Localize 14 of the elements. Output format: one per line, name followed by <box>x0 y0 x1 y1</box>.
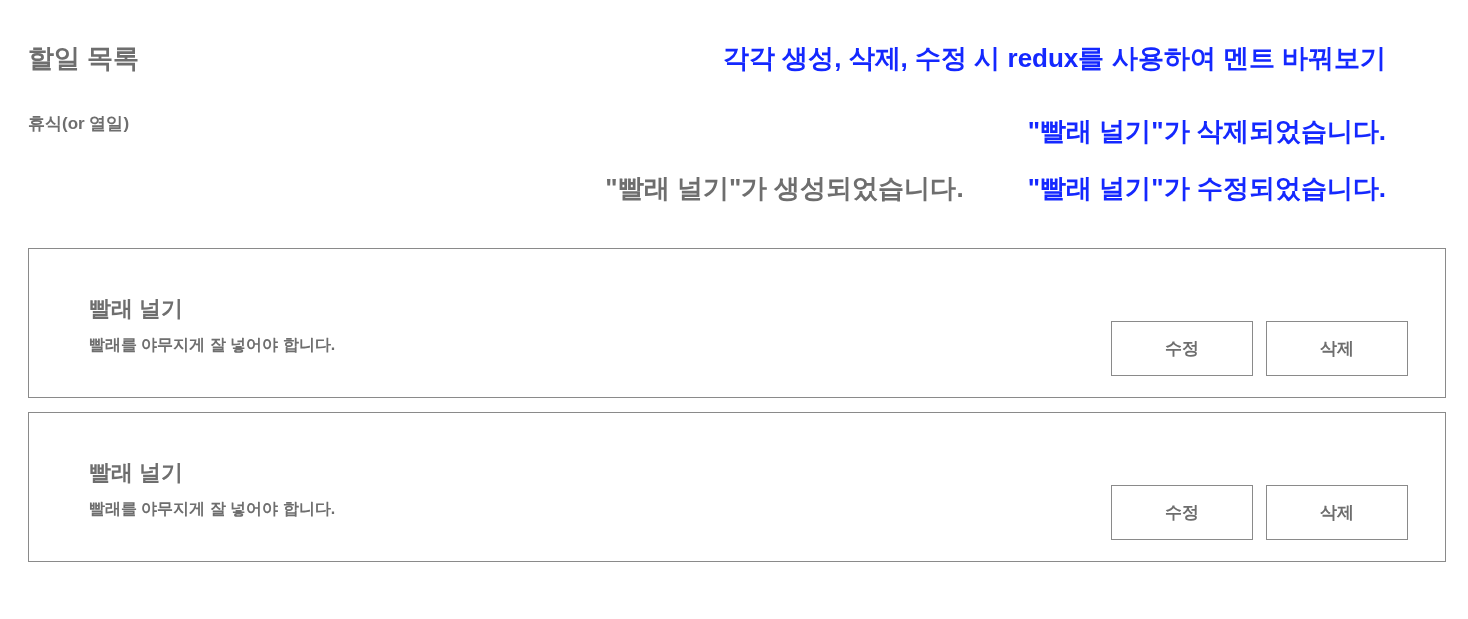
edit-button[interactable]: 수정 <box>1111 321 1253 376</box>
status-message: "빨래 널기"가 생성되었습니다. <box>605 172 964 205</box>
todo-description: 빨래를 야무지게 잘 넣어야 합니다. <box>89 335 336 355</box>
annotation-note: "빨래 널기"가 삭제되었습니다. <box>1027 115 1386 148</box>
edit-button[interactable]: 수정 <box>1111 485 1253 540</box>
delete-button[interactable]: 삭제 <box>1266 485 1408 540</box>
annotation-note: "빨래 널기"가 수정되었습니다. <box>1027 172 1386 205</box>
annotation-note: 각각 생성, 삭제, 수정 시 redux를 사용하여 멘트 바꿔보기 <box>722 42 1386 75</box>
todo-title: 빨래 널기 <box>89 459 185 487</box>
page-subtitle: 휴식(or 열일) <box>28 113 130 135</box>
delete-button[interactable]: 삭제 <box>1266 321 1408 376</box>
todo-title: 빨래 널기 <box>89 295 185 323</box>
todo-description: 빨래를 야무지게 잘 넣어야 합니다. <box>89 499 336 519</box>
page-title: 할일 목록 <box>28 42 140 75</box>
